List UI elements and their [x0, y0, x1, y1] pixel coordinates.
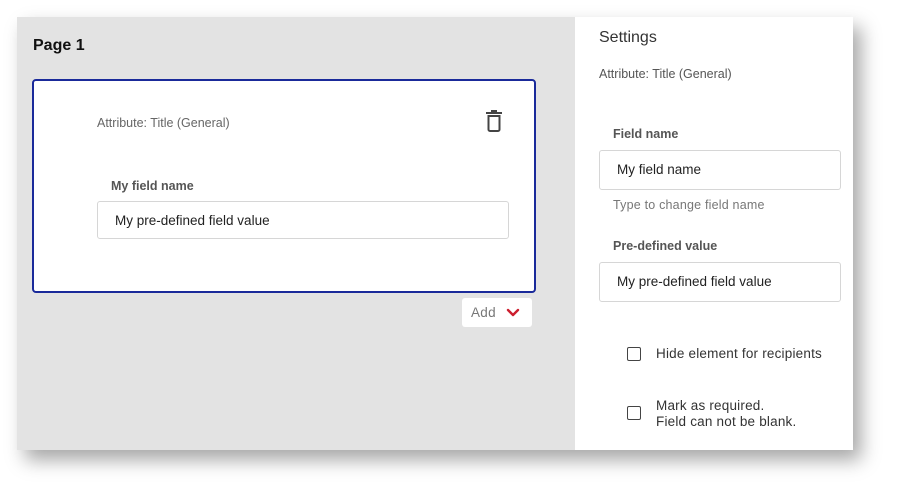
trash-icon[interactable]: [484, 109, 504, 133]
settings-panel: Settings Attribute: Title (General) Fiel…: [575, 17, 853, 450]
add-button[interactable]: Add: [462, 298, 532, 327]
predefined-value-label: Pre-defined value: [613, 239, 718, 253]
mark-required-line2: Field can not be blank.: [656, 414, 797, 429]
mark-required-checkbox[interactable]: [627, 406, 641, 420]
field-value-input[interactable]: My pre-defined field value: [97, 201, 509, 239]
selected-field-card[interactable]: Attribute: Title (General) My field name…: [32, 79, 536, 293]
page-title: Page 1: [33, 37, 85, 54]
field-name-help: Type to change field name: [613, 198, 765, 212]
hide-element-checkbox[interactable]: [627, 347, 641, 361]
add-button-label: Add: [471, 305, 496, 320]
settings-attribute-label: Attribute: Title (General): [599, 67, 732, 81]
mark-required-label: Mark as required. Field can not be blank…: [656, 398, 796, 430]
hide-element-option[interactable]: Hide element for recipients: [627, 346, 822, 362]
field-name-input[interactable]: My field name: [599, 150, 841, 190]
hide-element-label: Hide element for recipients: [656, 346, 822, 361]
settings-title: Settings: [599, 29, 657, 46]
field-name-label: Field name: [613, 127, 679, 141]
predefined-value-input[interactable]: My pre-defined field value: [599, 262, 841, 302]
mark-required-line1: Mark as required.: [656, 398, 765, 413]
chevron-down-icon: [506, 308, 520, 316]
form-editor-window: Page 1 Attribute: Title (General) My fie…: [17, 17, 853, 450]
field-label: My field name: [111, 179, 194, 193]
card-attribute-label: Attribute: Title (General): [97, 116, 230, 130]
mark-required-option[interactable]: Mark as required. Field can not be blank…: [627, 398, 796, 430]
form-canvas: Page 1 Attribute: Title (General) My fie…: [17, 17, 575, 450]
